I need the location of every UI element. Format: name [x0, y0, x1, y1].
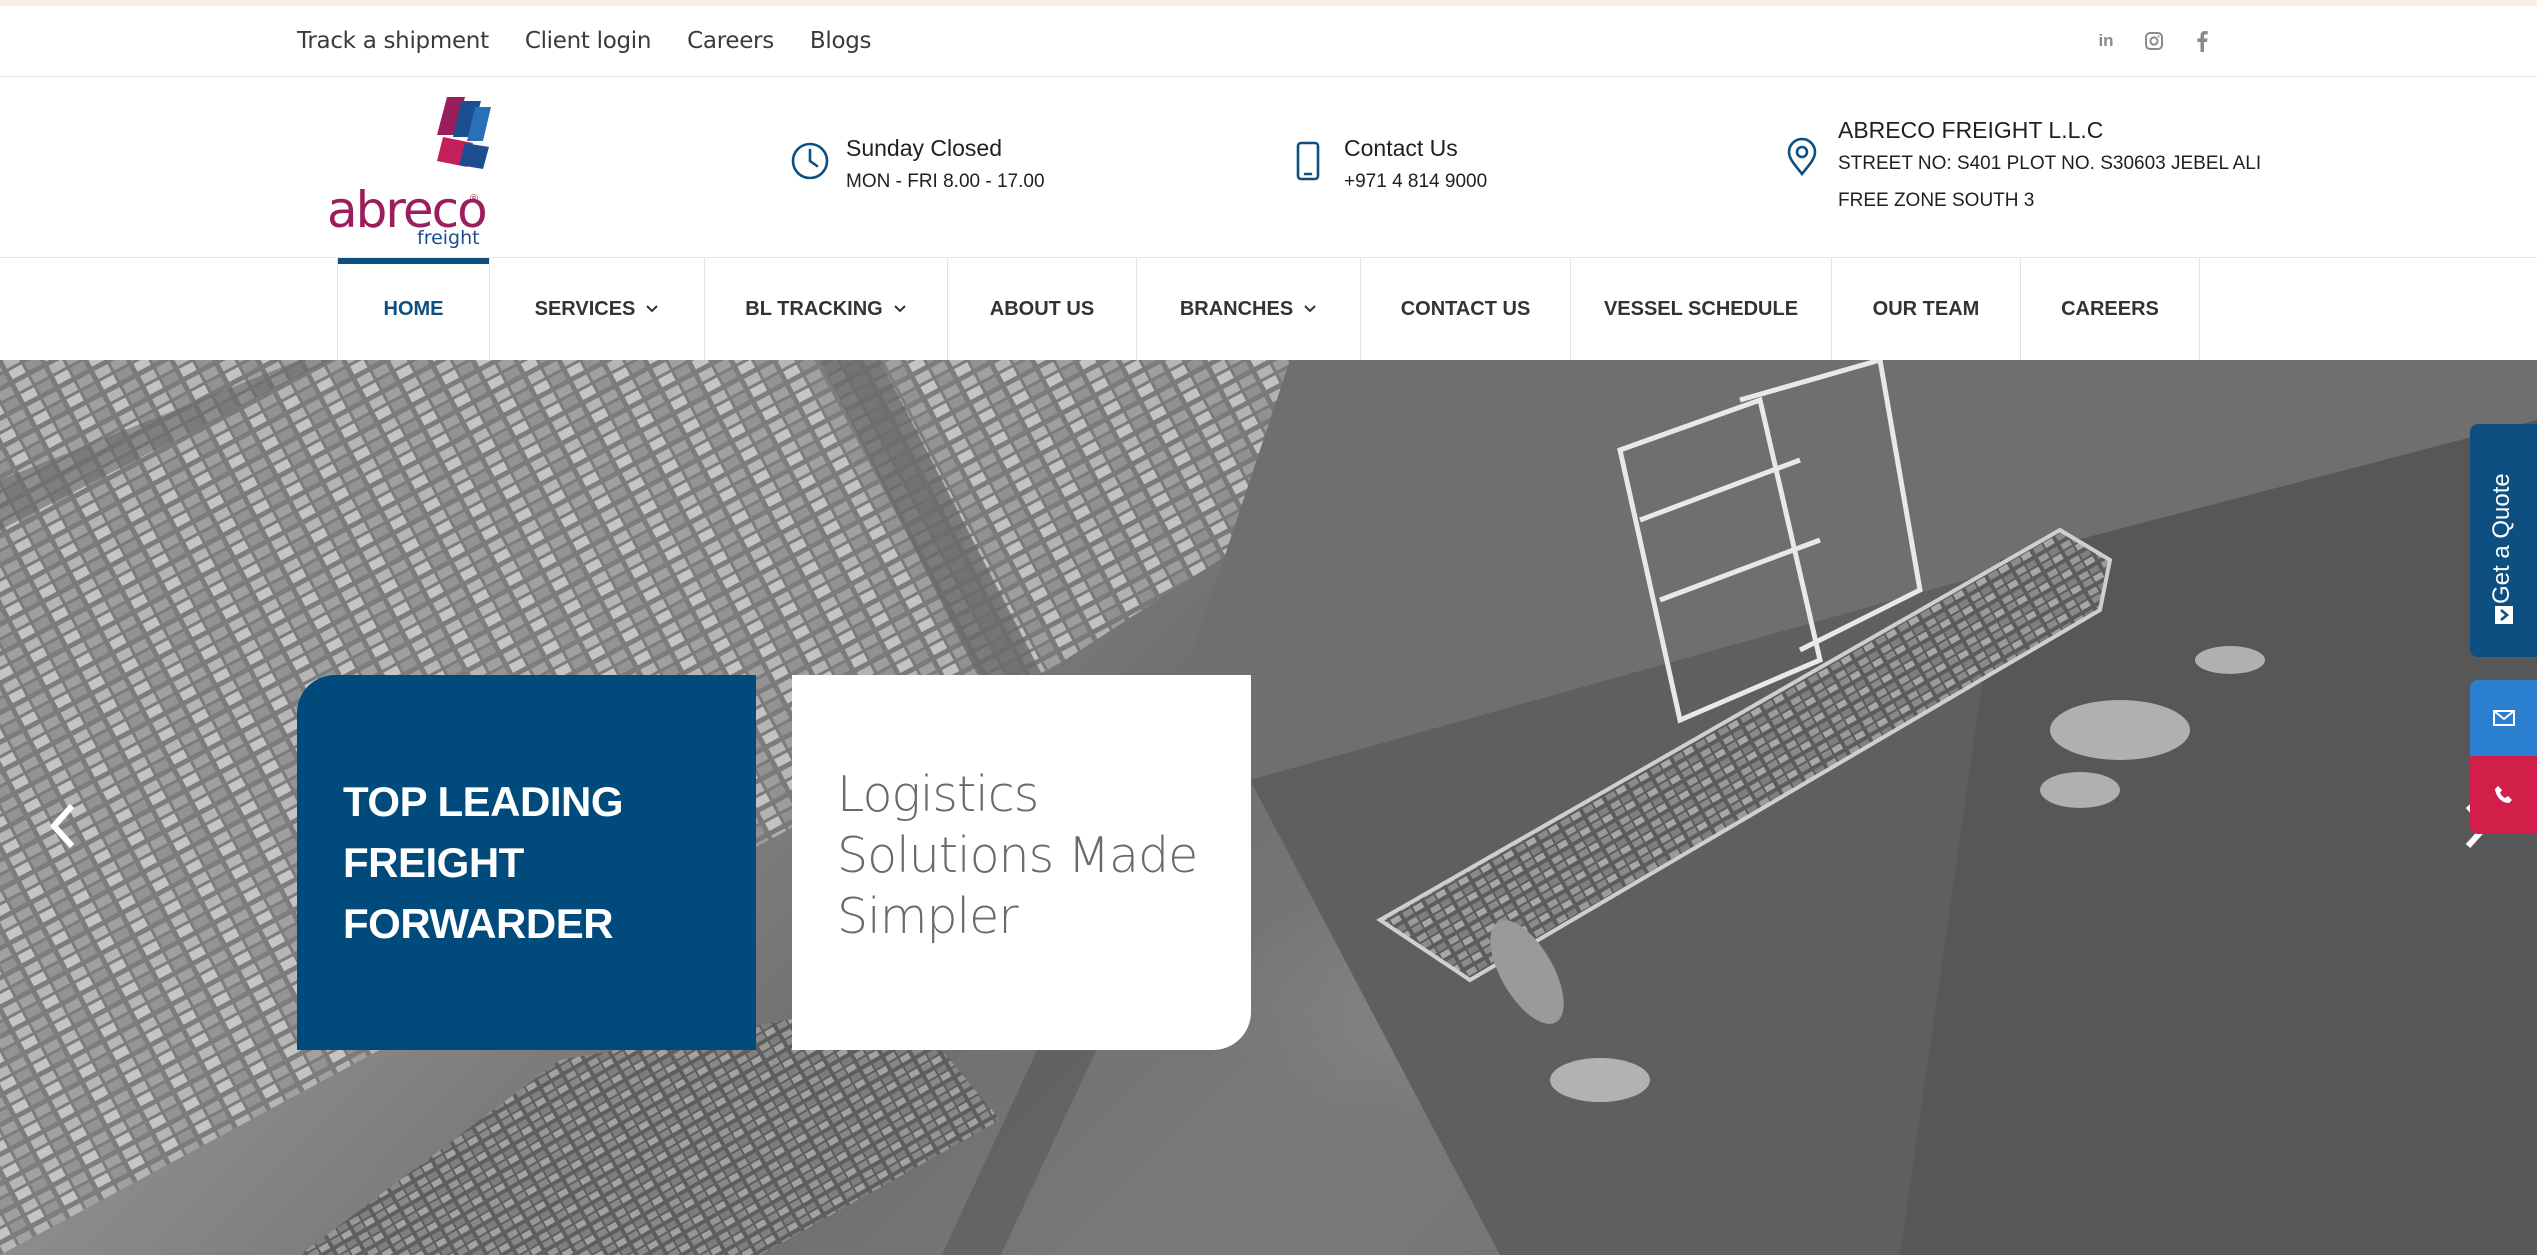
phone-icon	[2494, 786, 2512, 803]
nav-about-us-label: ABOUT US	[989, 297, 1095, 320]
nav-home[interactable]: HOME	[337, 258, 489, 360]
slider-prev-arrow-icon[interactable]	[44, 800, 84, 852]
careers-link[interactable]: Careers	[687, 28, 774, 54]
main-nav-items: HOME SERVICES BL TRACKING ABOUT US BRANC…	[337, 258, 2200, 360]
address-title: ABRECO FREIGHT L.L.C	[1838, 117, 2104, 143]
hours-title: Sunday Closed	[846, 135, 1002, 161]
hero-headline-line-1: TOP LEADING	[343, 778, 624, 825]
nav-about-us[interactable]: ABOUT US	[947, 258, 1136, 360]
nav-branches-label: BRANCHES	[1179, 297, 1294, 320]
mobile-phone-icon	[1296, 141, 1320, 181]
contact-title: Contact Us	[1344, 135, 1458, 161]
track-shipment-link[interactable]: Track a shipment	[297, 28, 489, 54]
hero-headline-line-2: FREIGHT	[343, 839, 524, 886]
nav-vessel-schedule[interactable]: VESSEL SCHEDULE	[1570, 258, 1831, 360]
chevron-down-icon	[646, 305, 659, 313]
hero-tagline-line-2: Solutions Made	[837, 827, 1198, 884]
clock-icon	[791, 142, 829, 180]
top-bar: Track a shipment Client login Careers Bl…	[0, 6, 2537, 77]
nav-our-team[interactable]: OUR TEAM	[1831, 258, 2020, 360]
blogs-link[interactable]: Blogs	[810, 28, 872, 54]
nav-our-team-label: OUR TEAM	[1872, 297, 1980, 320]
info-header: abreco ® freight Sunday Closed MON - FRI…	[0, 77, 2537, 258]
client-login-link[interactable]: Client login	[525, 28, 652, 54]
phone-button[interactable]	[2470, 756, 2537, 834]
envelope-icon	[2492, 710, 2515, 726]
facebook-icon[interactable]	[2191, 30, 2213, 52]
nav-branches[interactable]: BRANCHES	[1136, 258, 1360, 360]
hero-tagline-line-1: Logistics	[837, 766, 1039, 823]
instagram-icon[interactable]	[2143, 30, 2165, 52]
chevron-down-icon	[893, 305, 906, 313]
nav-services-label: SERVICES	[534, 297, 636, 320]
address-line-2: FREE ZONE SOUTH 3	[1838, 190, 2035, 211]
social-links: in	[2095, 30, 2213, 52]
main-nav: HOME SERVICES BL TRACKING ABOUT US BRANC…	[0, 258, 2537, 360]
hours-detail: MON - FRI 8.00 - 17.00	[846, 171, 1045, 192]
hours-block: Sunday Closed MON - FRI 8.00 - 17.00	[790, 133, 1045, 200]
hero-headline-line-3: FORWARDER	[343, 900, 614, 947]
arrow-right-square-icon	[2495, 606, 2513, 624]
nav-bl-tracking[interactable]: BL TRACKING	[704, 258, 947, 360]
linkedin-icon[interactable]: in	[2095, 30, 2117, 52]
nav-careers-label: CAREERS	[2061, 297, 2159, 320]
nav-services[interactable]: SERVICES	[489, 258, 704, 360]
nav-contact-us-label: CONTACT US	[1400, 297, 1531, 320]
address-block: ABRECO FREIGHT L.L.C STREET NO: S401 PLO…	[1782, 115, 2261, 219]
nav-vessel-schedule-label: VESSEL SCHEDULE	[1603, 297, 1799, 320]
nav-bl-tracking-label: BL TRACKING	[745, 297, 883, 320]
address-line-1: STREET NO: S401 PLOT NO. S30603 JEBEL AL…	[1838, 153, 2262, 174]
contact-block: Contact Us +971 4 814 9000	[1288, 133, 1487, 200]
registered-mark: ®	[470, 193, 479, 205]
logo-mark-icon	[437, 97, 491, 169]
top-links: Track a shipment Client login Careers Bl…	[297, 28, 872, 54]
get-a-quote-button[interactable]: Get a Quote	[2470, 424, 2537, 657]
get-a-quote-label: Get a Quote	[2488, 473, 2515, 604]
nav-careers[interactable]: CAREERS	[2020, 258, 2200, 360]
logo-subtitle: freight	[417, 227, 480, 249]
hero-tagline-line-3: Simpler	[837, 888, 1018, 945]
hero-headline-card: TOP LEADING FREIGHT FORWARDER	[297, 675, 756, 1050]
company-logo[interactable]: abreco ® freight	[325, 97, 505, 248]
hero-tagline-card: Logistics Solutions Made Simpler	[792, 675, 1251, 1050]
nav-contact-us[interactable]: CONTACT US	[1360, 258, 1570, 360]
email-button[interactable]	[2470, 680, 2537, 756]
hero-slider: TOP LEADING FREIGHT FORWARDER Logistics …	[0, 360, 2537, 1255]
chevron-down-icon	[1304, 305, 1316, 313]
contact-phone[interactable]: +971 4 814 9000	[1344, 163, 1487, 200]
nav-home-label: HOME	[383, 297, 444, 320]
map-pin-icon	[1787, 137, 1817, 177]
